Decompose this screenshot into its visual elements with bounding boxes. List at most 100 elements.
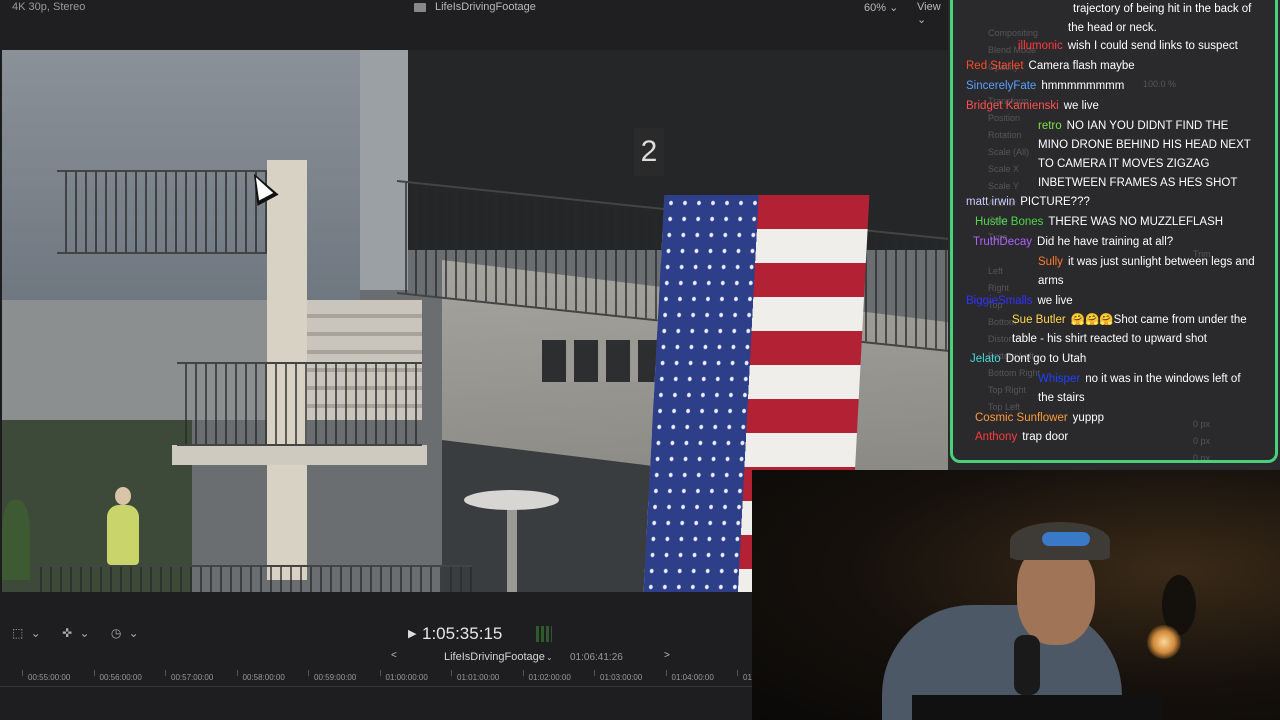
timeline-ruler[interactable]: 00:55:00:00 00:56:00:00 00:57:00:00 00:58:0… bbox=[0, 670, 759, 687]
project-title: LifeIsDrivingFootage bbox=[435, 1, 536, 13]
timecode-display[interactable]: 1:05:35:15 bbox=[422, 624, 502, 644]
chat-username[interactable]: retro bbox=[1038, 120, 1062, 132]
chat-username[interactable]: SincerelyFate bbox=[966, 80, 1036, 92]
clapper-icon bbox=[414, 3, 426, 12]
ruler-tick bbox=[451, 670, 452, 676]
streamer-face bbox=[1017, 545, 1095, 645]
sunglasses bbox=[1042, 532, 1090, 546]
street-lamp bbox=[464, 490, 559, 510]
person bbox=[107, 505, 139, 565]
ground-barrier bbox=[32, 565, 472, 592]
chat-message: Hustle Bones THERE WAS NO MUZZLEFLASH bbox=[975, 213, 1258, 232]
flag-stars bbox=[643, 195, 759, 592]
stair-landing bbox=[172, 445, 427, 465]
audio-meter-icon[interactable] bbox=[536, 626, 552, 642]
timeline-project-name[interactable]: LifeIsDrivingFootage bbox=[444, 651, 545, 663]
ruler-label: 00:58:00:00 bbox=[242, 673, 285, 682]
chat-username[interactable]: Hustle Bones bbox=[975, 216, 1043, 228]
chat-overlay: Compositing Blend Mode Opacity 100.0 % Trans… bbox=[948, 0, 1280, 480]
chat-text: THERE WAS NO MUZZLEFLASH bbox=[1048, 216, 1224, 228]
chat-message: retro NO IAN YOU DIDNT FIND THE MINO DRON… bbox=[1038, 117, 1258, 193]
ruler-label: 01:03:00:00 bbox=[600, 673, 643, 682]
lamp-pole bbox=[507, 505, 517, 592]
ruler-label: 01:01:00:00 bbox=[457, 673, 500, 682]
chat-text: Dont go to Utah bbox=[1005, 353, 1087, 365]
chat-message: Whisper no it was in the windows left of … bbox=[1038, 370, 1258, 408]
speed-tool-icon[interactable]: ◷ ⌄ bbox=[111, 626, 141, 640]
chat-username[interactable]: Sue Butler bbox=[1012, 314, 1066, 326]
ruler-tick bbox=[665, 670, 667, 676]
chat-username[interactable]: matt irwin bbox=[966, 196, 1015, 208]
chat-text: NO IAN YOU DIDNT FIND THE MINO DRONE BEH… bbox=[1038, 120, 1251, 189]
play-icon[interactable]: ▶ bbox=[408, 627, 416, 640]
chat-username[interactable]: Bridget Kamienski bbox=[966, 100, 1059, 112]
ruler-label: 00:56:00:00 bbox=[99, 673, 142, 682]
chat-username[interactable]: Red Starlet bbox=[966, 60, 1024, 72]
ruler-label: 00:59:00:00 bbox=[314, 673, 357, 682]
ruler-label: 00:57:00:00 bbox=[171, 673, 214, 682]
person-head bbox=[115, 487, 131, 505]
zoom-dropdown[interactable]: 60% ⌄ bbox=[864, 1, 898, 14]
chevron-down-icon[interactable]: ⌄ bbox=[546, 653, 553, 662]
ruler-tick bbox=[379, 670, 381, 676]
plant bbox=[2, 500, 30, 580]
chat-text: wish I could send links to suspect bbox=[1067, 40, 1238, 52]
chat-message: matt irwin PICTURE??? bbox=[966, 193, 1258, 212]
ruler-tick bbox=[22, 670, 23, 676]
ruler-label: 01:02:00:00 bbox=[528, 673, 571, 682]
ruler-tick bbox=[236, 670, 238, 676]
next-project-icon[interactable]: > bbox=[664, 650, 670, 661]
level-sign: 2 bbox=[634, 128, 664, 176]
ruler-tick bbox=[522, 670, 524, 676]
chat-message: Red Starlet Camera flash maybe bbox=[966, 57, 1258, 76]
chat-message: Jelato Dont go to Utah bbox=[970, 350, 1258, 369]
webcam-feed bbox=[752, 470, 1280, 720]
chat-username[interactable]: BiggieSmalls bbox=[966, 295, 1032, 307]
chat-text: trajectory of being hit in the back of t… bbox=[1068, 3, 1252, 34]
chat-message: trajectory of being hit in the back of t… bbox=[1068, 0, 1258, 38]
enhance-tool-icon[interactable]: ✜ ⌄ bbox=[62, 626, 91, 640]
ruler-tick bbox=[93, 670, 95, 676]
previous-project-icon[interactable]: < bbox=[391, 650, 397, 661]
chat-username[interactable]: Jelato bbox=[970, 353, 1001, 365]
railing bbox=[57, 170, 267, 254]
chat-username[interactable]: Whisper bbox=[1038, 373, 1080, 385]
chat-message: Sully it was just sunlight between legs a… bbox=[1038, 253, 1258, 291]
chat-text: yuppp bbox=[1072, 412, 1105, 424]
chat-text: hmmmmmmmm bbox=[1041, 80, 1125, 92]
chat-text: we live bbox=[1063, 100, 1099, 112]
chat-username[interactable]: Anthony bbox=[975, 431, 1017, 443]
chat-text: we live bbox=[1037, 295, 1073, 307]
ruler-label: 01:04:00:00 bbox=[671, 673, 714, 682]
chat-text: PICTURE??? bbox=[1020, 196, 1090, 208]
transport-bar: ⬚ ⌄ ✜ ⌄ ◷ ⌄ ▶ 1:05:35:15 < LifeIsDriving… bbox=[0, 592, 759, 720]
chat-username[interactable]: TruthDecay bbox=[973, 236, 1032, 248]
ruler-label: 00:55:00:00 bbox=[28, 673, 71, 682]
viewer-tools: ⬚ ⌄ ✜ ⌄ ◷ ⌄ bbox=[12, 626, 155, 640]
chat-message: Bridget Kamienski we live bbox=[966, 97, 1258, 116]
chat-message: Sue Butler 🤗🤗🤗Shot came from under the ta… bbox=[1012, 311, 1258, 349]
transform-tool-icon[interactable]: ⬚ ⌄ bbox=[12, 626, 43, 640]
ruler-tick bbox=[308, 670, 309, 676]
ruler-tick bbox=[165, 670, 166, 676]
chat-message: Cosmic Sunflower yuppp bbox=[975, 409, 1258, 428]
chat-message: Anthony trap door bbox=[975, 428, 1258, 447]
timeline-duration: 01:06:41:26 bbox=[570, 652, 623, 663]
laptop bbox=[912, 695, 1162, 720]
ruler-tick bbox=[594, 670, 595, 676]
chat-message: illumonic wish I could send links to susp… bbox=[1018, 37, 1258, 56]
format-label: 4K 30p, Stereo bbox=[12, 1, 86, 13]
chat-username[interactable]: Cosmic Sunflower bbox=[975, 412, 1068, 424]
chat-text: Camera flash maybe bbox=[1028, 60, 1135, 72]
chat-username[interactable]: Sully bbox=[1038, 256, 1063, 268]
chat-message: SincerelyFate hmmmmmmmm bbox=[966, 77, 1258, 96]
chat-message: TruthDecay Did he have training at all? bbox=[973, 233, 1258, 252]
ruler-tick bbox=[737, 670, 738, 676]
viewer-top-bar: 4K 30p, Stereo LifeIsDrivingFootage 60% … bbox=[0, 0, 948, 50]
chat-username[interactable]: illumonic bbox=[1018, 40, 1063, 52]
chat-text: trap door bbox=[1022, 431, 1069, 443]
bridge-windows bbox=[542, 340, 672, 382]
lamp-glow bbox=[1147, 625, 1181, 659]
ruler-label: 01:00:00:00 bbox=[385, 673, 428, 682]
view-dropdown[interactable]: View ⌄ bbox=[917, 1, 948, 26]
